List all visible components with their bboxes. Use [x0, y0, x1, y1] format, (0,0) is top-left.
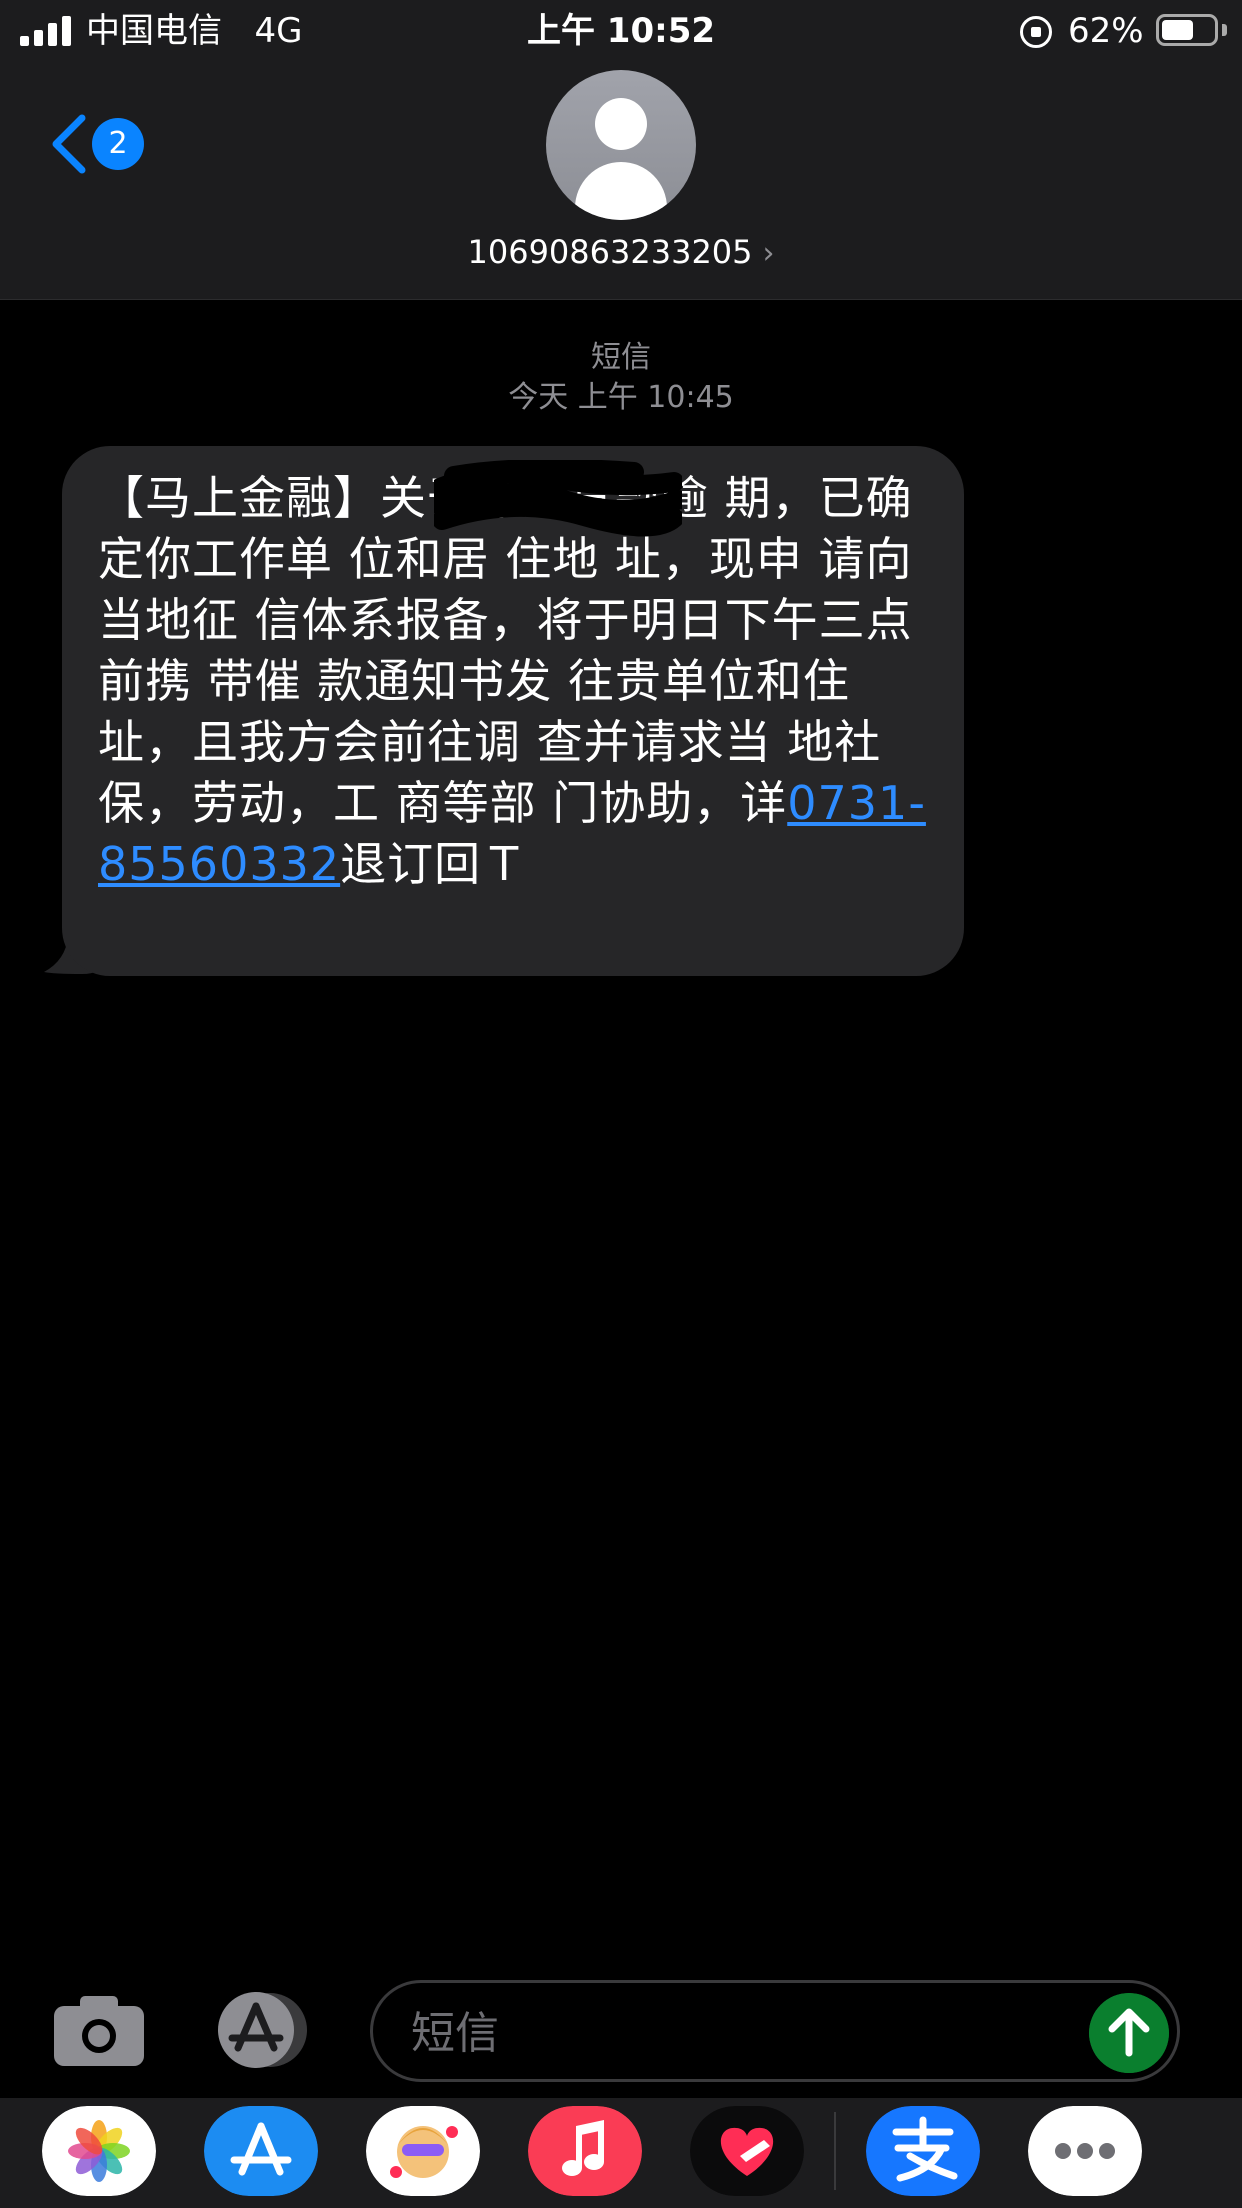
message-field[interactable] — [370, 1980, 1180, 2082]
redaction-scribble — [434, 460, 682, 537]
battery-percent: 62% — [1068, 11, 1144, 51]
avatar-body-icon — [575, 162, 667, 220]
message-input[interactable] — [411, 2007, 1011, 2059]
message-timestamp: 今天 上午 10:45 — [508, 380, 734, 415]
contact-number: 10690863233205 — [467, 233, 753, 271]
conversation-header: 2 10690863233205 › — [0, 62, 1242, 300]
back-button[interactable]: 2 — [46, 108, 156, 178]
contact-name-button[interactable]: 10690863233205 › — [0, 232, 1242, 274]
message-bubble[interactable]: 【马上金融】关于你的贷款逾 期，已确定你工作单 位和居 住地 址，现申 请向当地… — [62, 446, 964, 976]
memoji-icon[interactable] — [366, 2106, 480, 2196]
camera-icon[interactable] — [52, 1994, 146, 2068]
digital-touch-icon[interactable] — [690, 2106, 804, 2196]
alipay-icon[interactable] — [866, 2106, 980, 2196]
music-icon[interactable] — [528, 2106, 642, 2196]
more-icon[interactable] — [1028, 2106, 1142, 2196]
avatar-head-icon — [595, 98, 647, 150]
chevron-right-icon: › — [762, 236, 775, 271]
unread-badge: 2 — [92, 118, 144, 170]
message-bubble-wrap: 【马上金融】关于你的贷款逾 期，已确定你工作单 位和居 住地 址，现申 请向当地… — [42, 446, 964, 976]
app-store-icon[interactable] — [208, 1990, 316, 2070]
status-time: 上午 10:52 — [526, 11, 716, 51]
status-bar: 中国电信 4G 上午 10:52 62% — [0, 0, 1242, 62]
rotation-lock-icon — [1020, 16, 1052, 48]
chevron-left-icon — [52, 114, 86, 174]
app-drawer — [0, 2098, 1242, 2208]
battery-fill — [1162, 20, 1193, 40]
battery-icon — [1156, 14, 1218, 46]
battery-cap — [1222, 24, 1227, 36]
service-label: 短信 — [591, 340, 651, 375]
photos-icon[interactable] — [42, 2106, 156, 2196]
message-footer: 退订回Ｔ — [340, 837, 529, 891]
contact-avatar[interactable] — [546, 70, 696, 220]
drawer-divider — [834, 2112, 836, 2190]
send-button[interactable] — [1089, 1993, 1169, 2073]
conversation-meta: 短信 今天 上午 10:45 — [0, 338, 1242, 418]
app-store-icon[interactable] — [204, 2106, 318, 2196]
